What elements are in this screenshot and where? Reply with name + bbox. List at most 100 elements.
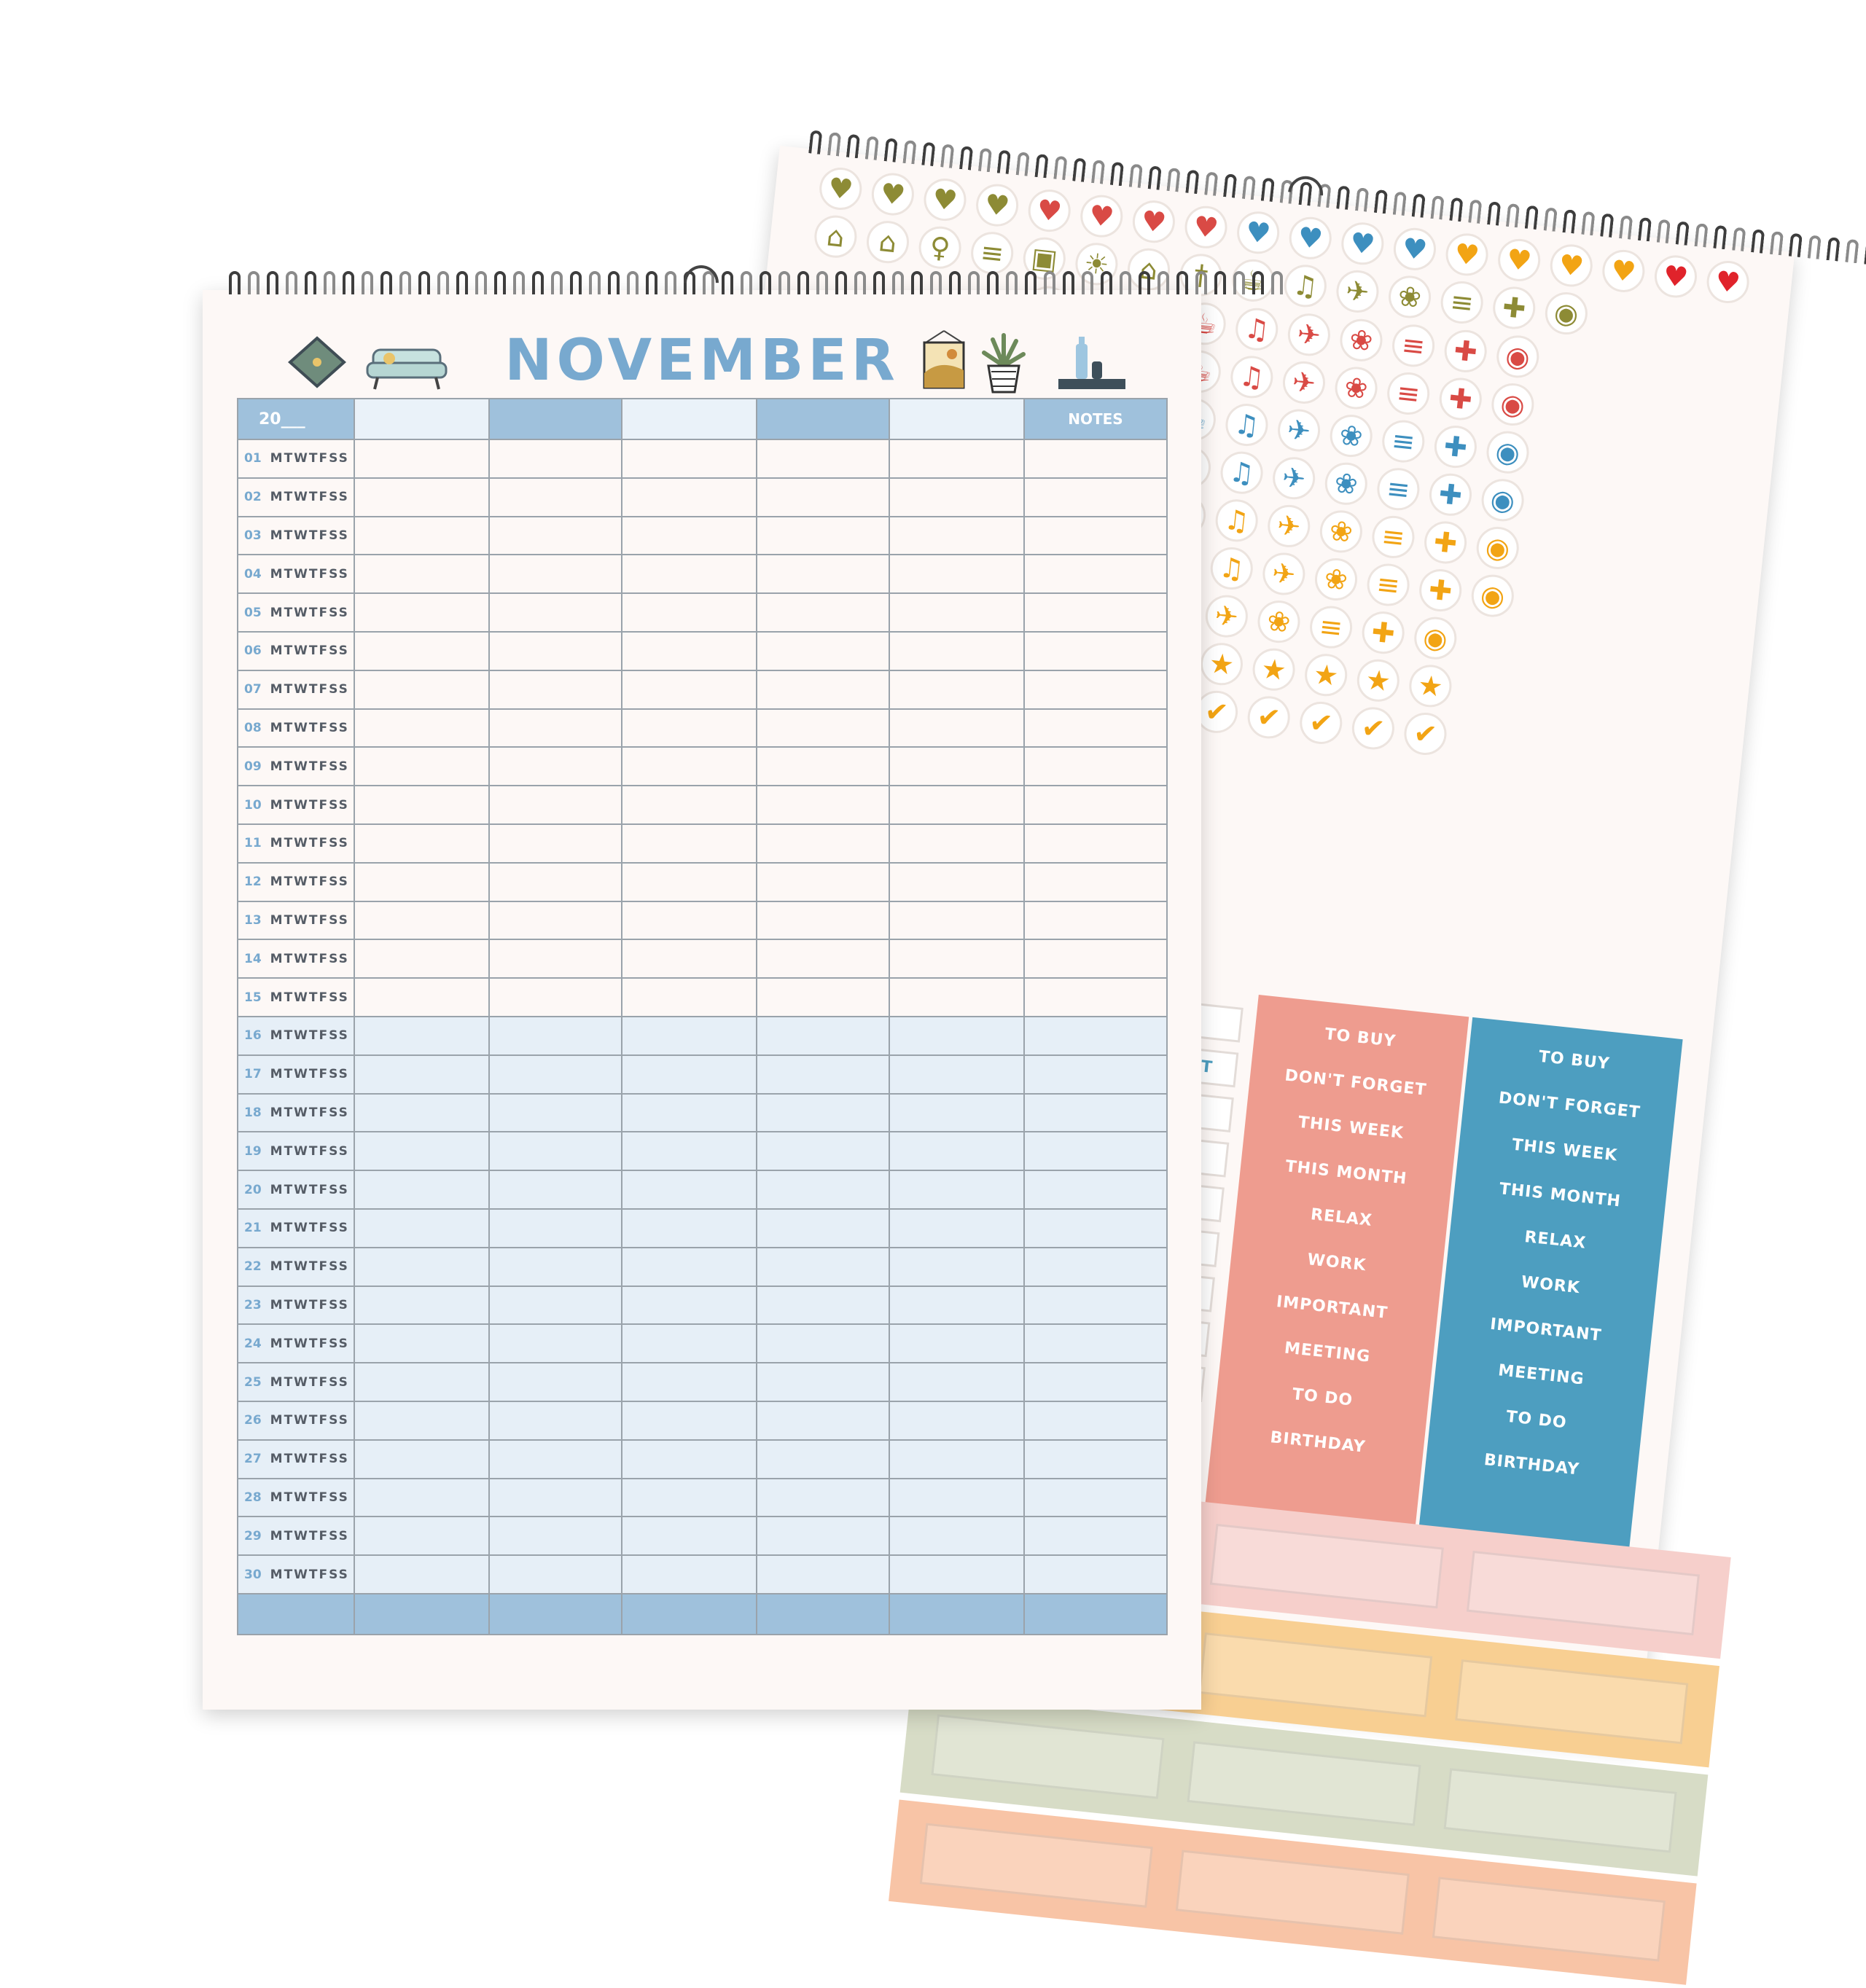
entry-cell[interactable] [621, 1170, 757, 1210]
entry-cell[interactable] [889, 1400, 1025, 1441]
column-header-1[interactable] [354, 398, 490, 440]
entry-cell[interactable] [354, 1246, 490, 1287]
entry-cell[interactable] [488, 1477, 622, 1518]
entry-cell[interactable] [756, 554, 890, 595]
column-header-3[interactable] [621, 398, 757, 440]
notes-cell[interactable] [1023, 746, 1168, 787]
entry-cell[interactable] [488, 1170, 622, 1210]
entry-cell[interactable] [889, 1477, 1025, 1518]
entry-cell[interactable] [756, 1015, 890, 1056]
entry-cell[interactable] [488, 1015, 622, 1056]
entry-cell[interactable] [621, 1208, 757, 1248]
entry-cell[interactable] [889, 439, 1025, 479]
entry-cell[interactable] [621, 554, 757, 595]
notes-cell[interactable] [1023, 939, 1168, 979]
entry-cell[interactable] [354, 1170, 490, 1210]
entry-cell[interactable] [354, 900, 490, 941]
entry-cell[interactable] [488, 1246, 622, 1287]
entry-cell[interactable] [756, 1208, 890, 1248]
entry-cell[interactable] [621, 861, 757, 902]
entry-cell[interactable] [354, 1092, 490, 1133]
notes-cell[interactable] [1023, 1323, 1168, 1364]
entry-cell[interactable] [354, 1208, 490, 1248]
entry-cell[interactable] [354, 439, 490, 479]
notes-cell[interactable] [1023, 1246, 1168, 1287]
entry-cell[interactable] [889, 554, 1025, 595]
notes-cell[interactable] [1023, 1285, 1168, 1326]
entry-cell[interactable] [488, 1362, 622, 1402]
entry-cell[interactable] [354, 1131, 490, 1172]
notes-cell[interactable] [1023, 630, 1168, 671]
entry-cell[interactable] [621, 1554, 757, 1594]
entry-cell[interactable] [621, 977, 757, 1017]
entry-cell[interactable] [621, 669, 757, 710]
entry-cell[interactable] [488, 554, 622, 595]
entry-cell[interactable] [621, 1015, 757, 1056]
entry-cell[interactable] [621, 708, 757, 748]
entry-cell[interactable] [621, 1323, 757, 1364]
entry-cell[interactable] [756, 1400, 890, 1441]
entry-cell[interactable] [889, 1439, 1025, 1479]
entry-cell[interactable] [889, 1285, 1025, 1326]
entry-cell[interactable] [488, 1285, 622, 1326]
entry-cell[interactable] [889, 1516, 1025, 1557]
entry-cell[interactable] [889, 1208, 1025, 1248]
entry-cell[interactable] [354, 669, 490, 710]
entry-cell[interactable] [756, 939, 890, 979]
entry-cell[interactable] [756, 708, 890, 748]
entry-cell[interactable] [488, 1054, 622, 1095]
entry-cell[interactable] [488, 1516, 622, 1557]
entry-cell[interactable] [488, 900, 622, 941]
notes-cell[interactable] [1023, 1400, 1168, 1441]
entry-cell[interactable] [756, 1323, 890, 1364]
entry-cell[interactable] [889, 515, 1025, 556]
entry-cell[interactable] [621, 1400, 757, 1441]
entry-cell[interactable] [756, 823, 890, 864]
entry-cell[interactable] [889, 669, 1025, 710]
entry-cell[interactable] [621, 1092, 757, 1133]
entry-cell[interactable] [756, 977, 890, 1017]
entry-cell[interactable] [756, 746, 890, 787]
entry-cell[interactable] [889, 1362, 1025, 1402]
notes-cell[interactable] [1023, 977, 1168, 1017]
entry-cell[interactable] [354, 1477, 490, 1518]
entry-cell[interactable] [889, 1015, 1025, 1056]
entry-cell[interactable] [756, 1170, 890, 1210]
notes-cell[interactable] [1023, 708, 1168, 748]
entry-cell[interactable] [756, 1131, 890, 1172]
entry-cell[interactable] [756, 1246, 890, 1287]
entry-cell[interactable] [354, 1015, 490, 1056]
notes-cell[interactable] [1023, 1054, 1168, 1095]
column-header-2[interactable] [488, 398, 622, 440]
entry-cell[interactable] [621, 1477, 757, 1518]
entry-cell[interactable] [354, 939, 490, 979]
entry-cell[interactable] [488, 1092, 622, 1133]
entry-cell[interactable] [889, 1323, 1025, 1364]
notes-cell[interactable] [1023, 1362, 1168, 1402]
entry-cell[interactable] [621, 1285, 757, 1326]
entry-cell[interactable] [488, 515, 622, 556]
entry-cell[interactable] [621, 1131, 757, 1172]
entry-cell[interactable] [756, 477, 890, 517]
entry-cell[interactable] [756, 515, 890, 556]
entry-cell[interactable] [354, 1054, 490, 1095]
entry-cell[interactable] [354, 1554, 490, 1594]
entry-cell[interactable] [621, 746, 757, 787]
entry-cell[interactable] [354, 592, 490, 633]
entry-cell[interactable] [488, 1439, 622, 1479]
notes-cell[interactable] [1023, 477, 1168, 517]
entry-cell[interactable] [756, 592, 890, 633]
entry-cell[interactable] [621, 1362, 757, 1402]
entry-cell[interactable] [621, 1439, 757, 1479]
entry-cell[interactable] [889, 708, 1025, 748]
entry-cell[interactable] [889, 823, 1025, 864]
entry-cell[interactable] [756, 1285, 890, 1326]
entry-cell[interactable] [889, 1246, 1025, 1287]
entry-cell[interactable] [889, 939, 1025, 979]
entry-cell[interactable] [488, 746, 622, 787]
entry-cell[interactable] [488, 977, 622, 1017]
entry-cell[interactable] [889, 900, 1025, 941]
entry-cell[interactable] [354, 554, 490, 595]
entry-cell[interactable] [354, 1285, 490, 1326]
entry-cell[interactable] [354, 1362, 490, 1402]
